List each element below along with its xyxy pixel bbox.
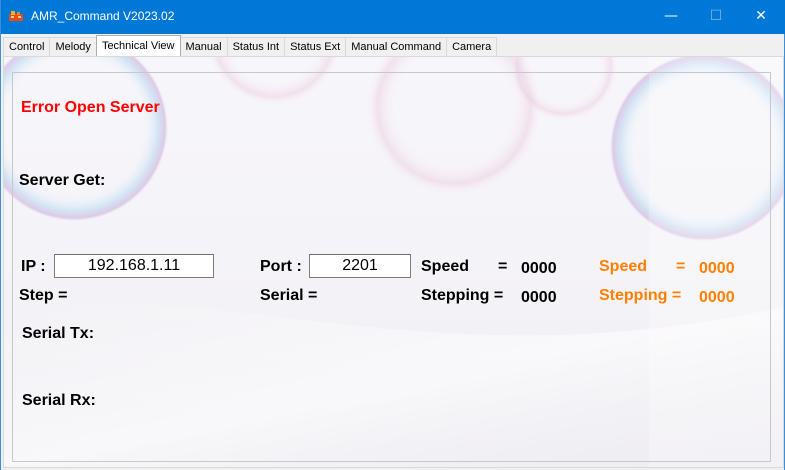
close-icon: ✕	[755, 8, 767, 24]
serial-label: Serial =	[260, 287, 318, 304]
speed2-equals: =	[676, 258, 686, 275]
app-window: AMR_Command V2023.02 — ☐ ✕ Control Melod…	[0, 0, 785, 470]
tab-manual[interactable]: Manual	[179, 37, 228, 56]
technical-view-panel: Error Open Server Server Get: IP : Port …	[3, 56, 784, 468]
tab-manual-command[interactable]: Manual Command	[345, 37, 448, 56]
stepping2-value: 0000	[699, 289, 735, 306]
step-label: Step =	[19, 287, 68, 304]
window-title: AMR_Command V2023.02	[31, 9, 175, 23]
tab-camera[interactable]: Camera	[446, 37, 498, 56]
tab-strip: Control Melody Technical View Manual Sta…	[3, 35, 498, 56]
tab-control[interactable]: Control	[3, 37, 51, 56]
tab-melody[interactable]: Melody	[49, 37, 97, 56]
tab-status-ext[interactable]: Status Ext	[284, 37, 347, 56]
speed2-label: Speed	[599, 258, 648, 275]
minimize-button[interactable]: —	[648, 0, 694, 32]
error-message: Error Open Server	[21, 99, 160, 116]
ip-input[interactable]	[54, 254, 214, 278]
stepping-value: 0000	[521, 289, 557, 306]
port-label: Port :	[260, 258, 302, 275]
serial-tx-label: Serial Tx:	[22, 325, 95, 342]
tab-status-int[interactable]: Status Int	[226, 37, 286, 56]
tab-technical-view[interactable]: Technical View	[95, 35, 181, 56]
app-robot-icon	[9, 11, 23, 21]
speed-label: Speed	[421, 258, 470, 275]
close-button[interactable]: ✕	[738, 0, 784, 32]
stepping-label: Stepping =	[421, 287, 504, 304]
serial-rx-label: Serial Rx:	[22, 392, 96, 409]
minimize-icon: —	[664, 8, 678, 24]
speed-value: 0000	[521, 260, 557, 277]
server-get-label: Server Get:	[19, 172, 106, 189]
speed-equals: =	[498, 258, 508, 275]
title-bar[interactable]: AMR_Command V2023.02 — ☐ ✕	[1, 0, 785, 34]
speed2-value: 0000	[699, 260, 735, 277]
stepping2-label: Stepping =	[599, 287, 682, 304]
maximize-button[interactable]: ☐	[693, 0, 739, 32]
port-input[interactable]	[309, 254, 411, 278]
maximize-icon: ☐	[709, 8, 723, 24]
ip-label: IP :	[21, 258, 46, 275]
